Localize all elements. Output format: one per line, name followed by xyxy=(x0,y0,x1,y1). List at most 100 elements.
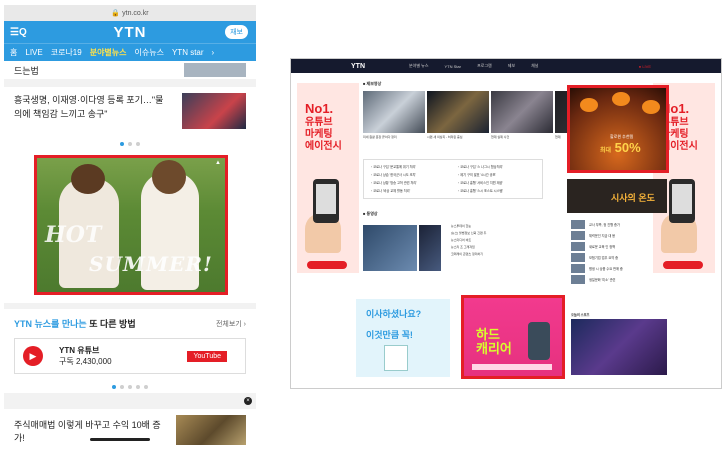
ad-text: 마케팅 xyxy=(661,129,689,140)
url-text: ytn.co.kr xyxy=(122,9,149,17)
headline-link[interactable]: ・코로나 구입 '스 나그시 협상처리' xyxy=(457,164,536,170)
carousel-dot[interactable] xyxy=(136,142,140,146)
channel-name: YTN 유튜브 xyxy=(59,346,100,355)
menu-search-icon[interactable]: ☰Q xyxy=(10,27,27,38)
list-item[interactable]: 교사 부족, 정 진행 증가 xyxy=(571,219,671,230)
video-link[interactable]: 뉴스투데이 한눈 xyxy=(451,223,486,230)
nav-category[interactable]: 분야별 뉴스 xyxy=(409,63,429,69)
photo-card[interactable]: 현재 실제 사건 xyxy=(491,91,553,139)
section-title: 오늘의 스포츠 xyxy=(571,313,590,317)
moving-ad-banner[interactable]: 이사하셨나요? 이것만큼 꼭! xyxy=(356,299,450,377)
nav-home[interactable]: 홈 xyxy=(10,47,17,58)
ad-text: 에이전시 xyxy=(661,141,698,152)
nav-issue-news[interactable]: 이슈뉴스 xyxy=(135,47,164,58)
ytn-channels-section: YTN 뉴스를 만나는 또 다른 방법 전체보기 › ▶ YTN 유튜브 구독 … xyxy=(4,309,256,381)
nav-ytn-star[interactable]: YTN Star xyxy=(445,64,461,69)
headline-link[interactable]: ・코로나 상황 '방송 고쳐 관련 처리' xyxy=(370,180,449,186)
carousel-dot[interactable] xyxy=(136,385,140,389)
right-news-list: 교사 부족, 정 진행 증가 체력운인 지금 대 봉 새로운 교육 인 정책 보… xyxy=(571,219,671,285)
video-thumbnail[interactable] xyxy=(419,225,441,271)
pumpkin-icon xyxy=(612,92,630,106)
news-item[interactable]: 흥국생명, 이재영·이다영 등록 포기…"물의에 책임감 느끼고 송구" xyxy=(4,87,256,137)
nav-channel[interactable]: 채널 xyxy=(531,63,538,69)
live-button[interactable]: ● LIVE xyxy=(639,64,651,69)
replay-button[interactable]: 재보 xyxy=(225,25,248,39)
list-item[interactable]: 새로운 교육 인 정책 xyxy=(571,241,671,252)
sisa-ad-banner[interactable]: 시사의 온도 xyxy=(567,179,667,213)
ad-cta-button[interactable] xyxy=(307,261,347,269)
nav-ytn-star[interactable]: YTN star xyxy=(172,48,204,57)
news-title: 드는법 xyxy=(14,65,39,76)
news-item[interactable]: 드는법 xyxy=(4,61,256,79)
nav-report[interactable]: 제보 xyxy=(508,63,515,69)
headline-link[interactable]: ・코로나 구입 '문교통에 위기 처리' xyxy=(370,164,449,170)
ytn-logo[interactable]: YTN xyxy=(351,63,365,70)
carousel-dot[interactable] xyxy=(128,385,132,389)
ad-container: HOT SUMMER! ▲ xyxy=(4,151,256,303)
youtube-icon: ▶ xyxy=(23,346,43,366)
halloween-ad-banner[interactable]: 할로윈 추천템 최대 50% xyxy=(567,85,669,173)
list-item[interactable]: 체력운인 지금 대 봉 xyxy=(571,230,671,241)
section-title: YTN 뉴스를 만나는 또 다른 방법 xyxy=(14,319,136,329)
sports-image[interactable] xyxy=(571,319,667,375)
photo-card[interactable]: 시편 새 의상지 - 처리된 중심 xyxy=(427,91,489,139)
video-link[interactable]: 뉴스리 조 그래져임 xyxy=(451,244,486,251)
ad-text: No1. xyxy=(661,101,690,116)
video-list: 뉴스투데이 한눈 [뉴스] 불법정보 신뢰 긴편 두 뉴스미디어 비트 뉴스리 … xyxy=(451,223,486,258)
photo-card[interactable]: 미세 원활 문장 끝이다 정리 xyxy=(363,91,425,139)
nav-program[interactable]: 프로그램 xyxy=(477,63,492,69)
ad-info-icon[interactable]: ▲ xyxy=(215,160,221,166)
youtube-info: YTN 유튜브 구독 2,430,000 xyxy=(59,345,112,367)
video-link[interactable]: 코퍼레이 콘텐츠 정리하기 xyxy=(451,251,486,258)
home-indicator[interactable] xyxy=(90,438,150,441)
subscriber-count: 구독 2,430,000 xyxy=(59,357,112,366)
carousel-dot[interactable] xyxy=(144,385,148,389)
side-ad-left[interactable]: No1. 유튜브 마케팅 에이전시 xyxy=(297,83,359,273)
nav-live[interactable]: LIVE xyxy=(25,48,42,57)
carousel-dots xyxy=(4,381,256,393)
view-all-link[interactable]: 전체보기 › xyxy=(216,319,246,329)
headline-link[interactable]: ・코로나 흥행 '서비스인 지원 제공' xyxy=(457,180,536,186)
ad-text: 에이전시 xyxy=(305,141,342,152)
ad-text: 이사하셨나요? xyxy=(366,309,422,319)
headline-link[interactable]: ・제기 구의 발표 '4시간 공포' xyxy=(457,172,536,178)
ad-headline: SUMMER! xyxy=(89,252,213,276)
list-item[interactable]: 보험기업 업무 요약 중 xyxy=(571,252,671,263)
phone-image xyxy=(313,179,339,223)
close-icon[interactable]: × xyxy=(244,397,252,405)
carousel-dot[interactable] xyxy=(120,385,124,389)
address-bar[interactable]: 🔒 ytn.co.kr xyxy=(4,5,256,21)
mobile-nav: 홈 LIVE 코로나19 분야별뉴스 이슈뉴스 YTN star › xyxy=(4,43,256,61)
hard-carrier-ad-banner[interactable]: 하드 캐리어 xyxy=(461,295,565,379)
carousel-dot[interactable] xyxy=(112,385,116,389)
model-hair xyxy=(152,160,186,194)
ad-discount: 최대 50% xyxy=(600,140,641,155)
list-item[interactable]: 평생 시 상품 수요 판매 중 xyxy=(571,263,671,274)
list-item[interactable]: 생일문화 '미소' 관련 xyxy=(571,274,671,285)
youtube-button[interactable]: YouTube xyxy=(187,350,227,362)
headline-link[interactable]: ・코로나 상습 '한국군사 시도 조치' xyxy=(370,172,449,178)
section-title: ■ 제보영상 xyxy=(363,81,382,86)
nav-category-news[interactable]: 분야별뉴스 xyxy=(90,47,127,58)
lock-icon: 🔒 xyxy=(111,10,121,17)
nav-more-icon[interactable]: › xyxy=(212,48,215,57)
ad-cta-bar xyxy=(472,364,552,370)
news-thumbnail xyxy=(184,63,246,77)
ytn-logo[interactable]: YTN xyxy=(114,24,147,41)
headline-link[interactable]: ・코로나 흥행 '스시 포스트 시스템' xyxy=(457,188,536,194)
carousel-dot[interactable] xyxy=(128,142,132,146)
mobile-screenshot: 🔒 ytn.co.kr ☰Q YTN 재보 홈 LIVE 코로나19 분야별뉴스… xyxy=(4,5,256,445)
nav-covid[interactable]: 코로나19 xyxy=(51,47,82,58)
youtube-card[interactable]: ▶ YTN 유튜브 구독 2,430,000 YouTube xyxy=(14,338,246,374)
mobile-header: ☰Q YTN 재보 xyxy=(4,21,256,43)
desktop-screenshot: YTN 분야별 뉴스 YTN Star 프로그램 제보 채널 ● LIVE No… xyxy=(290,58,722,389)
hot-summer-ad-banner[interactable]: HOT SUMMER! ▲ xyxy=(34,155,228,295)
video-link[interactable]: 뉴스미디어 비트 xyxy=(451,237,486,244)
video-link[interactable]: [뉴스] 불법정보 신뢰 긴편 두 xyxy=(451,230,486,237)
ad-text: 유튜브 xyxy=(305,117,333,128)
ad-separator: × xyxy=(4,393,256,409)
headline-list: ・코로나 구입 '문교통에 위기 처리' ・코로나 구입 '스 나그시 협상처리… xyxy=(363,159,543,199)
video-thumbnail[interactable] xyxy=(363,225,417,271)
carousel-dot[interactable] xyxy=(120,142,124,146)
headline-link[interactable]: ・코로나 '비상 교체 활동 처리' xyxy=(370,188,449,194)
